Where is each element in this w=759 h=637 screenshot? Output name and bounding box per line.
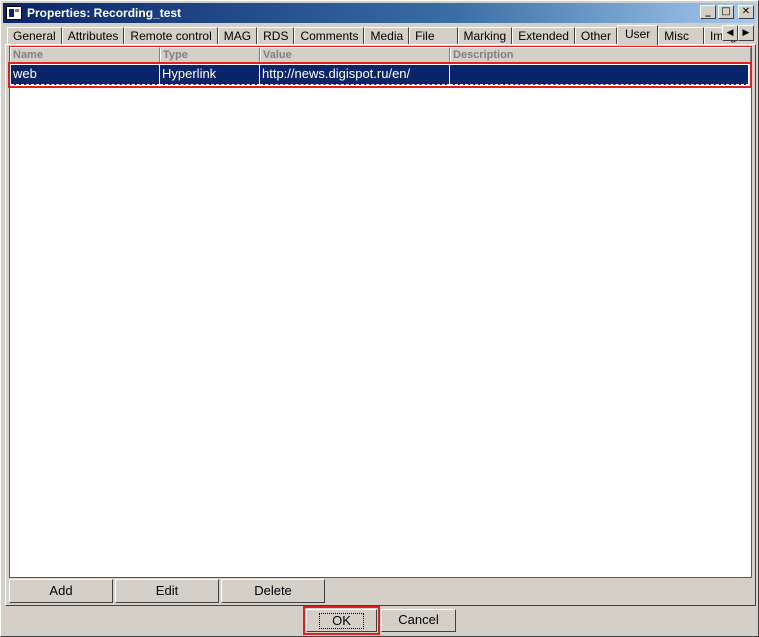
tab-marking[interactable]: Marking xyxy=(457,27,513,45)
tab-other[interactable]: Other xyxy=(574,27,617,45)
cell-description xyxy=(450,65,749,85)
tab-remote-control[interactable]: Remote control xyxy=(124,27,218,45)
column-header-value[interactable]: Value xyxy=(260,47,450,63)
tab-file[interactable]: File xyxy=(409,27,458,45)
maximize-button[interactable]: □ xyxy=(718,5,734,19)
cell-name: web xyxy=(11,65,160,85)
tab-extended[interactable]: Extended xyxy=(512,27,575,45)
cancel-button[interactable]: Cancel xyxy=(381,609,456,632)
tab-attributes[interactable]: Attributes xyxy=(61,27,125,45)
tab-scroll-left-icon[interactable]: ◀ xyxy=(722,25,738,41)
tab-media[interactable]: Media xyxy=(364,27,410,45)
window-app-icon xyxy=(6,6,22,20)
minimize-button[interactable]: _ xyxy=(700,5,716,19)
cell-value: http://news.digispot.ru/en/ xyxy=(260,65,450,85)
edit-button[interactable]: Edit xyxy=(115,579,219,603)
title-bar[interactable]: Properties: Recording_test _ □ ✕ xyxy=(3,3,756,23)
ok-button[interactable]: OK xyxy=(303,606,380,635)
tab-rds[interactable]: RDS xyxy=(257,27,295,45)
column-header-name[interactable]: Name xyxy=(10,47,160,63)
tab-general[interactable]: General xyxy=(7,27,62,45)
delete-button[interactable]: Delete xyxy=(221,579,325,603)
column-header-type[interactable]: Type xyxy=(160,47,260,63)
tab-strip: General Attributes Remote control MAG RD… xyxy=(7,25,737,45)
cell-type: Hyperlink xyxy=(160,65,260,85)
add-button[interactable]: Add xyxy=(9,579,113,603)
tab-user[interactable]: User xyxy=(616,25,659,45)
ok-button-label: OK xyxy=(319,613,364,629)
properties-window: Properties: Recording_test _ □ ✕ General… xyxy=(0,0,759,637)
window-title: Properties: Recording_test xyxy=(27,6,182,20)
tab-misc[interactable]: Misc xyxy=(658,27,704,45)
column-header-description[interactable]: Description xyxy=(450,47,751,63)
tab-comments[interactable]: Comments xyxy=(294,27,365,45)
tab-scroll-buttons: ◀ ▶ xyxy=(722,25,754,41)
user-fields-list[interactable]: Name Type Value Description web Hyperlin… xyxy=(8,46,752,578)
tab-mag[interactable]: MAG xyxy=(217,27,258,45)
list-header: Name Type Value Description xyxy=(10,47,751,63)
close-button[interactable]: ✕ xyxy=(738,5,754,19)
tab-scroll-right-icon[interactable]: ▶ xyxy=(738,25,754,41)
table-row[interactable]: web Hyperlink http://news.digispot.ru/en… xyxy=(8,62,752,88)
